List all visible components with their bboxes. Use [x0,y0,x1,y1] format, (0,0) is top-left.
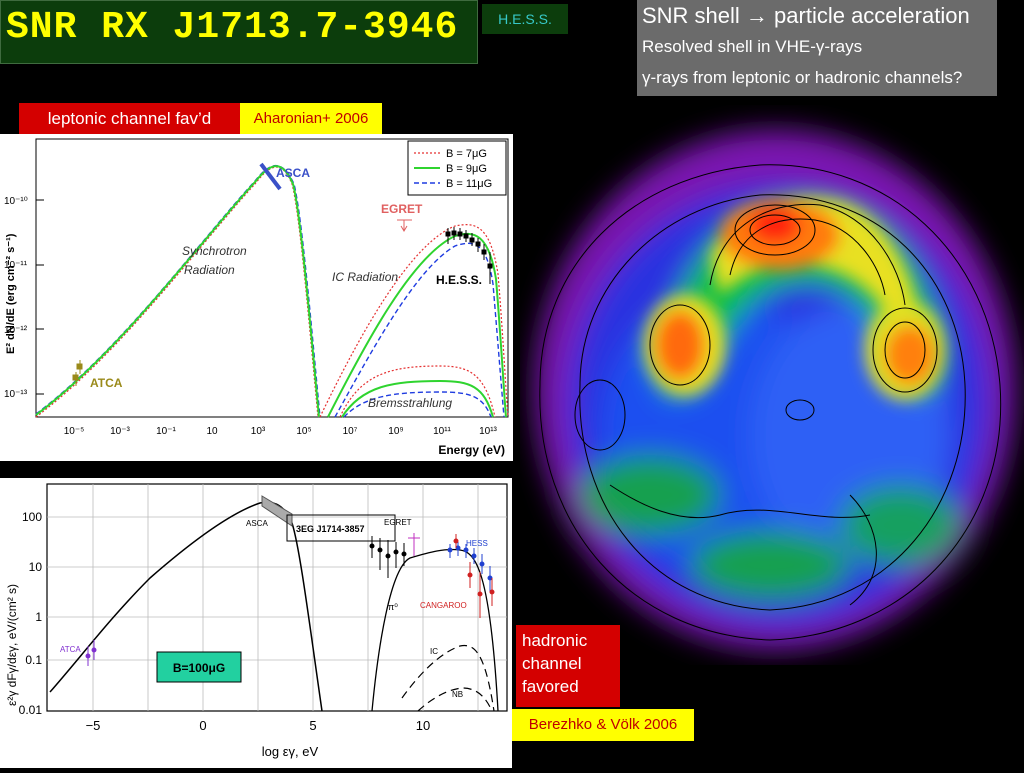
y-axis-label: ε²γ dFγ/dεγ, eV/(cm² s) [5,584,19,706]
pi0-curve [371,548,499,712]
asca-label: ASCA [276,166,310,180]
gamma-ray-map [520,105,1024,665]
y-tick: 0.1 [25,653,42,667]
slide-title: SNR RX J1713.7-3946 [6,6,459,49]
legend-item-9uG: B = 9μG [446,163,487,175]
hadronic-tag: hadronic channel favored [516,625,620,707]
cangaroo-label: CANGAROO [420,601,467,610]
x-tick: −5 [86,718,101,733]
ic-curve-7uG [319,224,509,418]
info-box: SNR shell → particle acceleration Resolv… [637,0,997,96]
x-tick: 10⁻¹ [156,426,176,437]
synchrotron-label: Synchrotron [182,244,247,258]
pi0-label: π⁰ [388,602,398,612]
magenta-data-points [408,533,420,556]
hadronic-sed-plot: 100 10 1 0.1 0.01 −5 0 5 10 log εγ, eV ε… [0,478,512,768]
3eg-label: 3EG J1714-3857 [296,524,365,534]
ic-dashed-curve [401,644,495,712]
egret-upper-limits [397,219,412,232]
radiation-label: Radiation [184,263,235,277]
x-tick: 10¹¹ [433,426,451,437]
y-tick: 10⁻¹³ [4,389,28,400]
info-line-1: SNR shell → particle acceleration [642,3,970,28]
berezhko-tag: Berezhko & Völk 2006 [512,709,694,741]
legend-item-7uG: B = 7μG [446,148,487,160]
y-tick: 10⁻¹⁰ [4,196,28,207]
hess-label: HESS [466,539,488,548]
aharonian-tag: Aharonian+ 2006 [240,103,382,135]
x-tick: 10³ [251,426,266,437]
x-tick: 10⁵ [296,426,311,437]
y-tick: 1 [35,610,42,624]
leptonic-tag: leptonic channel fav’d [19,103,240,135]
egret-data-points [369,536,407,578]
nb-label: NB [452,690,463,699]
asca-label: ASCA [246,519,268,528]
x-tick: 10⁷ [343,426,358,437]
atca-label: ATCA [60,645,81,654]
legend: B = 7μG B = 9μG B = 11μG [407,140,507,196]
x-tick: 0 [199,718,206,733]
x-tick: 5 [309,718,316,733]
ic-radiation-label: IC Radiation [332,270,398,284]
ic-curve-9uG [327,232,507,418]
egret-label: EGRET [381,202,423,216]
y-tick: 10 [29,560,43,574]
bremsstrahlung-label: Bremsstrahlung [368,396,452,410]
hess-tag: H.E.S.S. [482,4,568,34]
x-axis-label: log εγ, eV [262,744,319,759]
x-tick: 10⁻⁵ [64,426,85,437]
hadronic-tag-line: channel [522,654,582,673]
hadronic-tag-line: hadronic [522,631,588,650]
info-line-3: γ-rays from leptonic or hadronic channel… [642,68,963,87]
atca-label: ATCA [90,376,123,390]
x-axis-label: Energy (eV) [438,443,505,457]
x-tick: 10⁻³ [110,426,130,437]
egret-label: EGRET [384,518,412,527]
b-field-label: B=100μG [173,661,225,675]
x-tick: 10¹³ [479,426,497,437]
info-line-2: Resolved shell in VHE-γ-rays [642,37,863,56]
x-tick: 10 [416,718,430,733]
hadronic-tag-line: favored [522,677,579,696]
legend-item-11uG: B = 11μG [446,178,492,190]
x-tick: 10⁹ [388,426,403,437]
leptonic-sed-plot: 10⁻¹⁰ 10⁻¹¹ 10⁻¹² 10⁻¹³ 10⁻⁵ 10⁻³ 10⁻¹ 1… [0,134,513,461]
y-tick: 100 [22,510,42,524]
ic-label: IC [430,647,438,656]
hess-label: H.E.S.S. [436,273,482,287]
y-axis-label: E² dN/dE (erg cm⁻² s⁻¹) [5,233,17,354]
y-tick: 0.01 [19,703,43,717]
x-tick: 10 [206,426,218,437]
